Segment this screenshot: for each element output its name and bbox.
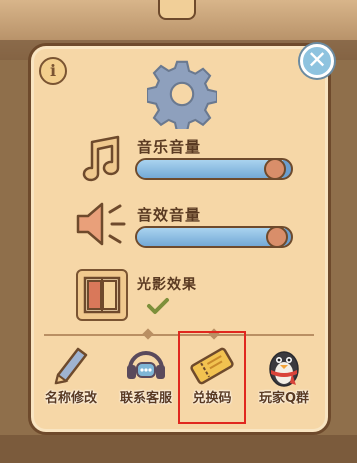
music-volume-label: 音乐音量	[137, 138, 202, 156]
checkmark-icon	[147, 298, 169, 314]
info-button[interactable]: i	[39, 57, 67, 85]
headset-icon	[127, 351, 165, 379]
music-note-icon	[82, 135, 120, 182]
music-volume-fill	[137, 160, 284, 178]
redeem-code-highlight-box	[178, 331, 246, 424]
music-volume-knob[interactable]	[264, 158, 286, 180]
background-bottom	[0, 435, 357, 463]
close-icon: ✕	[306, 46, 328, 74]
player-qq-group-label: 玩家Q群	[258, 391, 310, 406]
close-button[interactable]: ✕	[300, 44, 334, 78]
sfx-volume-knob[interactable]	[266, 226, 288, 248]
gear-icon	[147, 60, 217, 129]
window-icon	[83, 276, 121, 314]
player-qq-group-button[interactable]: 玩家Q群	[245, 345, 323, 415]
speaker-icon	[76, 202, 126, 246]
rename-label: 名称修改	[44, 391, 97, 406]
penguin-icon	[269, 351, 299, 387]
rename-button[interactable]: 名称修改	[32, 345, 110, 415]
pencil-icon	[54, 347, 88, 385]
light-shadow-icon-frame	[76, 269, 128, 321]
sfx-volume-fill	[137, 228, 285, 246]
light-shadow-label: 光影效果	[137, 277, 197, 293]
light-shadow-checkbox[interactable]	[146, 296, 170, 316]
sfx-volume-label: 音效音量	[137, 206, 202, 224]
top-tab-button	[158, 0, 196, 20]
